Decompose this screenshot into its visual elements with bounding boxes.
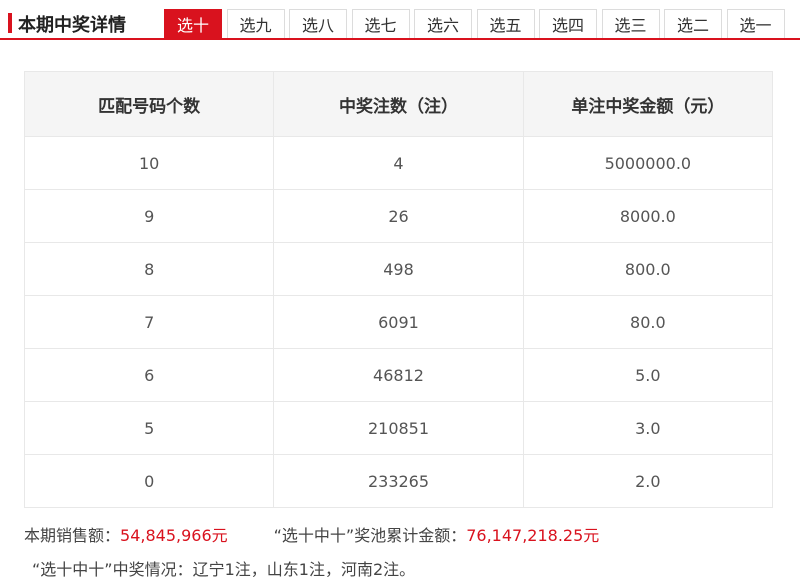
title-accent-bar: [8, 13, 12, 33]
table-cell: 6091: [273, 295, 524, 349]
table-cell: 6: [23, 348, 275, 402]
prize-table: 匹配号码个数 中奖注数（注） 单注中奖金额（元） 10 4 5000000.0 …: [23, 71, 774, 508]
table-row: 10 4 5000000.0: [23, 136, 774, 190]
table-cell: 9: [23, 189, 275, 243]
sales-summary: 本期销售额：54,845,966元 “选十中十”奖池累计金额：76,147,218…: [24, 522, 599, 546]
tab-xuan-yi[interactable]: 选一: [726, 9, 785, 38]
table-row: 0 233265 2.0: [23, 454, 774, 508]
table-header-row: 匹配号码个数 中奖注数（注） 单注中奖金额（元）: [23, 71, 774, 137]
table-cell: 233265: [273, 454, 524, 508]
table-cell: 5.0: [522, 348, 774, 402]
tab-xuan-liu[interactable]: 选六: [414, 9, 472, 38]
table-row: 7 6091 80.0: [23, 295, 774, 349]
table-cell: 2.0: [522, 454, 774, 508]
tab-xuan-shi[interactable]: 选十: [164, 9, 222, 38]
pool-label: “选十中十”奖池累计金额：: [273, 526, 467, 545]
table-cell: 5: [23, 401, 275, 455]
table-row: 9 26 8000.0: [23, 189, 774, 243]
pool-value: 76,147,218.25元: [466, 526, 600, 545]
table-cell: 10: [23, 136, 275, 190]
table-row: 6 46812 5.0: [23, 348, 774, 402]
tab-xuan-er[interactable]: 选二: [664, 9, 722, 38]
table-cell: 0: [23, 454, 275, 508]
tab-xuan-ba[interactable]: 选八: [289, 9, 347, 38]
sales-value: 54,845,966元: [120, 526, 228, 545]
tab-xuan-wu[interactable]: 选五: [476, 9, 535, 38]
tab-xuan-jiu[interactable]: 选九: [226, 9, 285, 38]
winners-summary: “选十中十”中奖情况：辽宁1注，山东1注，河南2注。: [32, 560, 416, 579]
table-cell: 46812: [273, 348, 524, 402]
table-cell: 498: [273, 242, 524, 296]
column-header-winning-bets: 中奖注数（注）: [273, 71, 524, 137]
column-header-matched-count: 匹配号码个数: [23, 71, 275, 137]
table-cell: 8: [23, 242, 275, 296]
table-cell: 80.0: [522, 295, 774, 349]
tab-xuan-qi[interactable]: 选七: [351, 9, 410, 38]
page-title: 本期中奖详情: [18, 15, 126, 36]
column-header-prize-amount: 单注中奖金额（元）: [522, 71, 774, 137]
table-cell: 5000000.0: [522, 136, 774, 190]
table-cell: 8000.0: [522, 189, 774, 243]
tab-xuan-san[interactable]: 选三: [601, 9, 660, 38]
table-cell: 26: [273, 189, 524, 243]
header: 本期中奖详情 选十 选九 选八 选七 选六 选五 选四 选三 选二 选一: [0, 0, 800, 40]
table-cell: 210851: [273, 401, 524, 455]
table-row: 8 498 800.0: [23, 242, 774, 296]
play-type-tabs: 选十 选九 选八 选七 选六 选五 选四 选三 选二 选一: [164, 9, 789, 40]
table-cell: 7: [23, 295, 275, 349]
table-cell: 4: [273, 136, 524, 190]
sales-label: 本期销售额：: [24, 526, 121, 545]
table-row: 5 210851 3.0: [23, 401, 774, 455]
table-cell: 3.0: [522, 401, 774, 455]
tab-xuan-si[interactable]: 选四: [539, 9, 597, 38]
table-cell: 800.0: [522, 242, 774, 296]
